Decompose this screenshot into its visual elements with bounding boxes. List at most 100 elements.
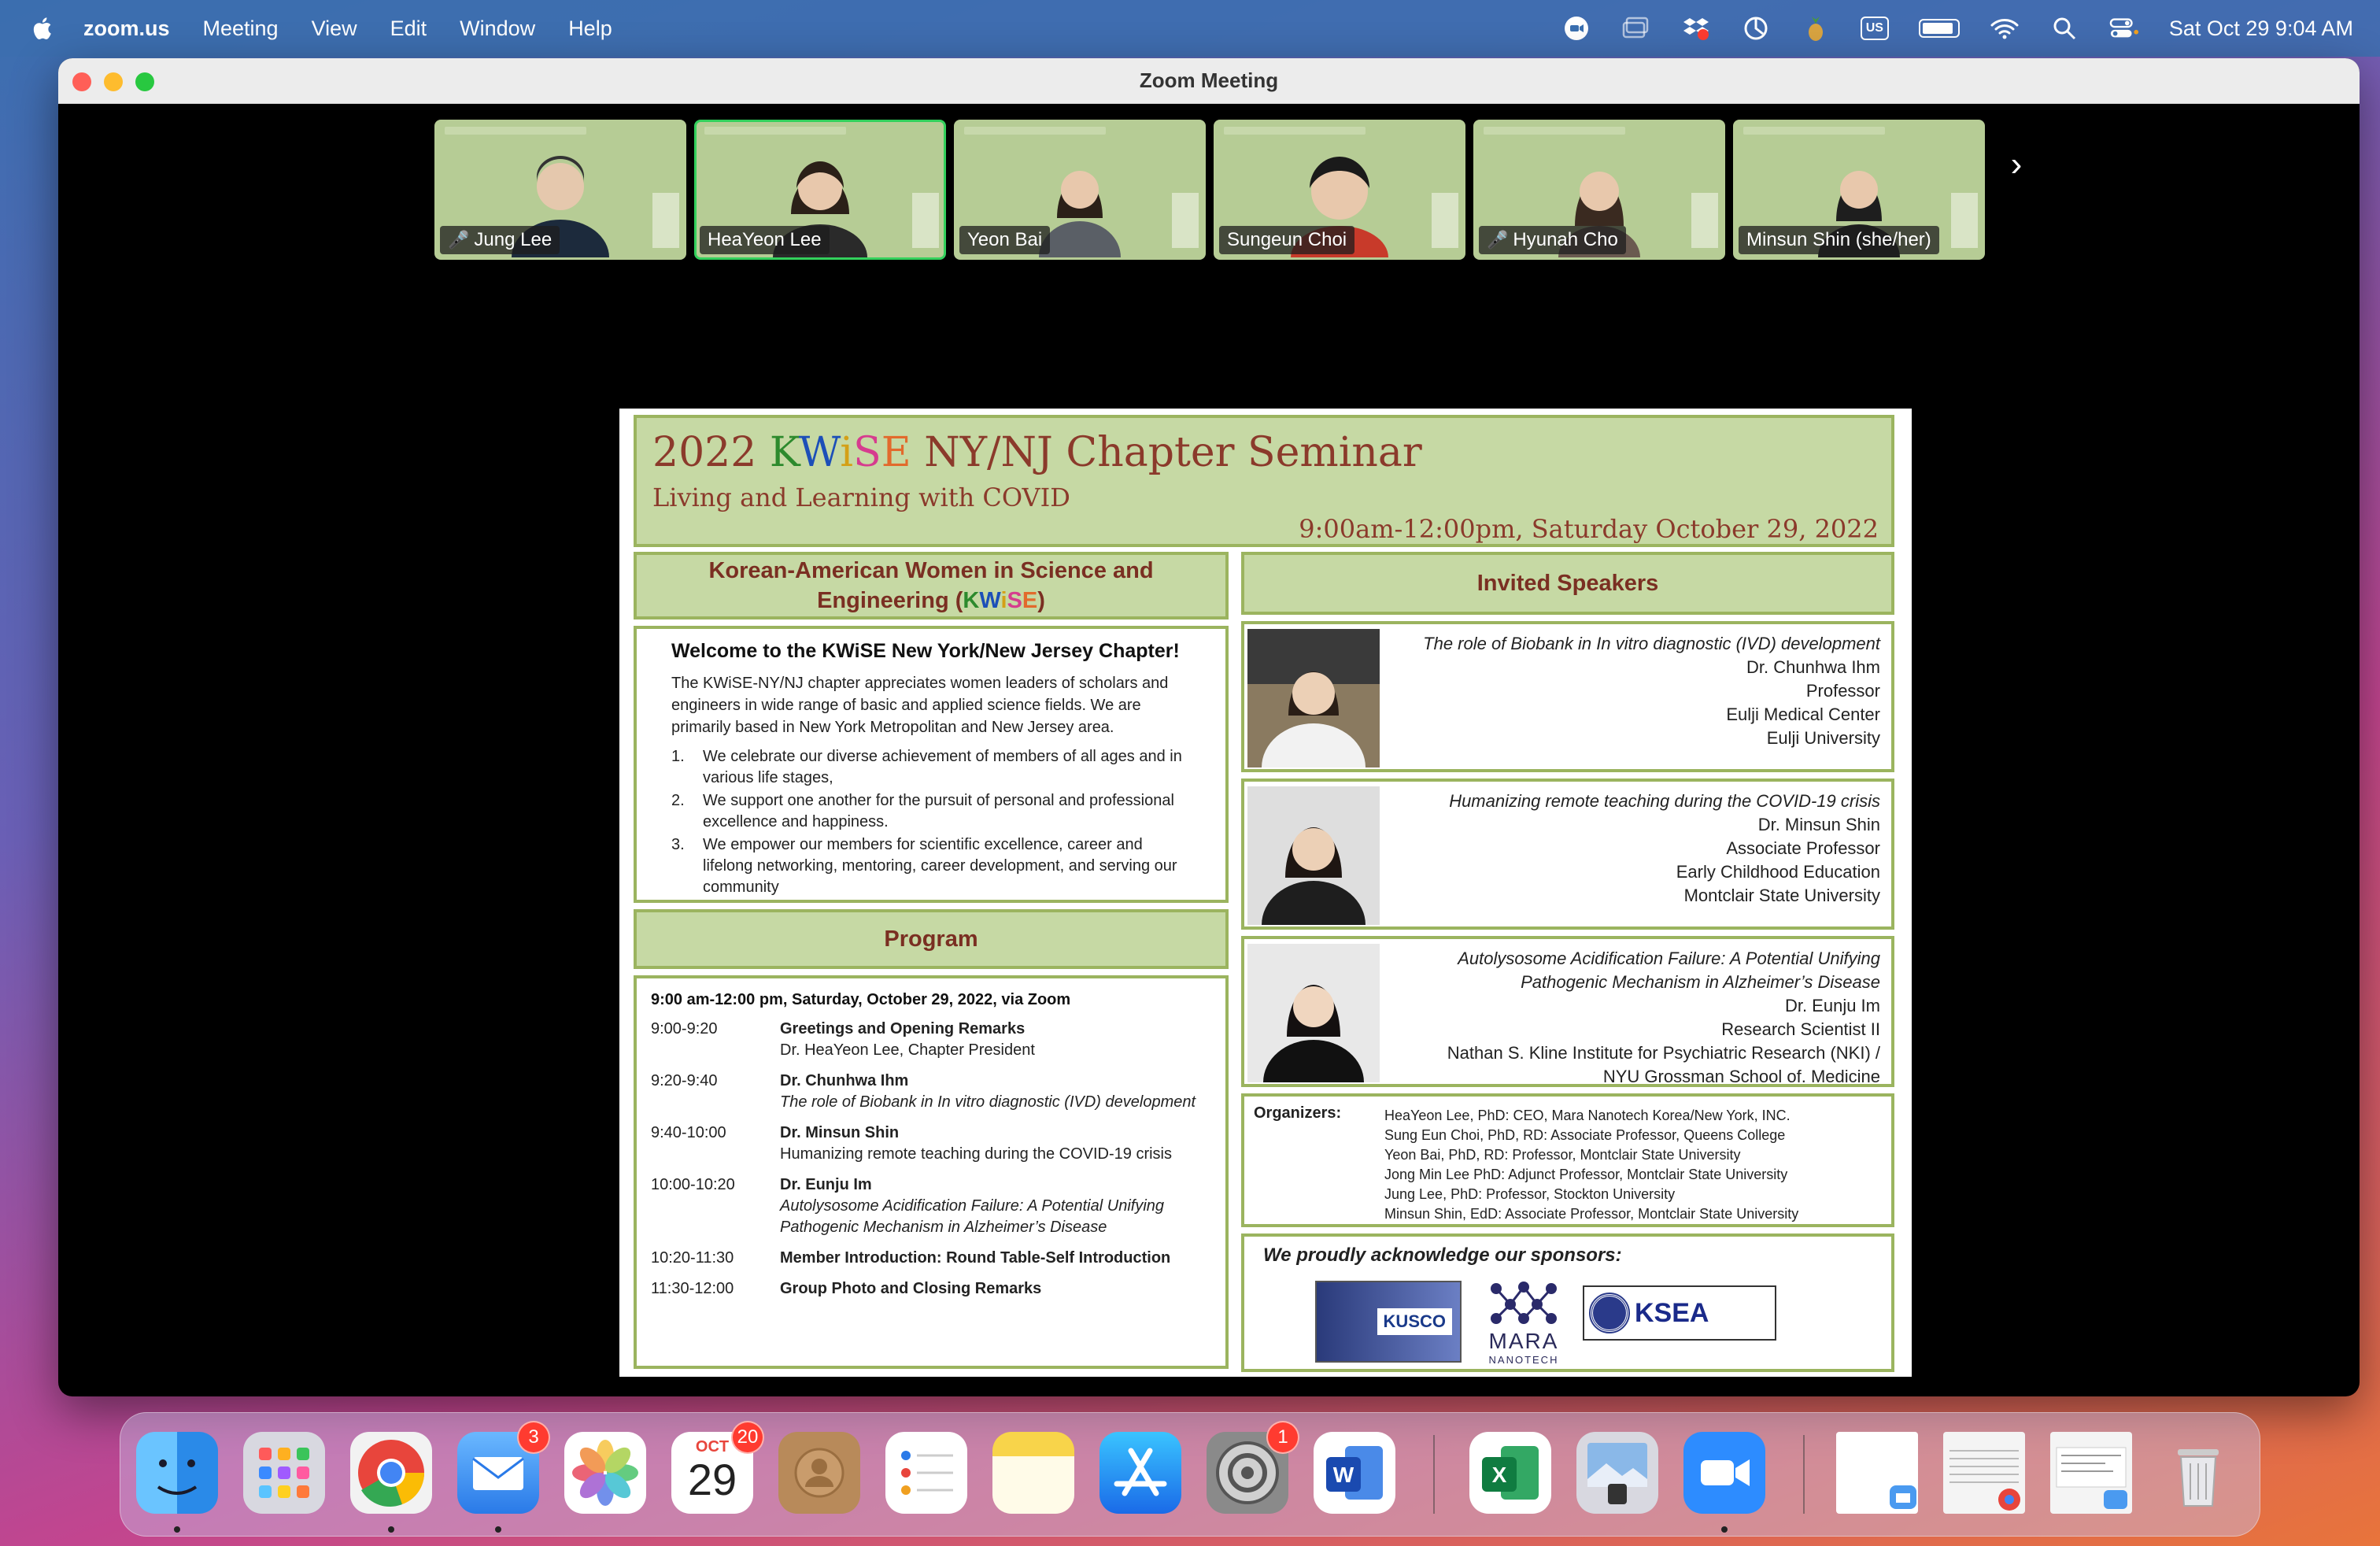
organizer-item: Jong Min Lee PhD: Adjunct Professor, Mon… bbox=[1384, 1167, 1788, 1182]
speaker-photo bbox=[1247, 786, 1380, 925]
dock: 3 OCT 29 20 1 W X bbox=[120, 1412, 2260, 1537]
participant-name: Sungeun Choi bbox=[1227, 229, 1347, 250]
mara-nanotech-logo: MARA NANOTECH bbox=[1480, 1281, 1567, 1367]
kwise-logo-text: KWiSE bbox=[769, 429, 911, 476]
trash-icon[interactable] bbox=[2157, 1432, 2239, 1514]
next-page-chevron-icon[interactable]: › bbox=[2001, 145, 2032, 184]
reminders-icon[interactable] bbox=[885, 1432, 967, 1514]
menu-meeting[interactable]: Meeting bbox=[203, 17, 279, 41]
system-preferences-icon[interactable]: 1 bbox=[1207, 1421, 1299, 1514]
notes-icon[interactable] bbox=[992, 1432, 1074, 1514]
program-row: 10:20-11:30 Member Introduction: Round T… bbox=[651, 1249, 1171, 1267]
slide-header: 2022 KWiSE NY/NJ Chapter Seminar Living … bbox=[634, 415, 1894, 547]
preview-icon[interactable] bbox=[1576, 1432, 1658, 1514]
app-store-icon[interactable] bbox=[1099, 1432, 1181, 1514]
menu-app-name[interactable]: zoom.us bbox=[83, 17, 170, 41]
mic-muted-icon: 🎤 bbox=[1487, 230, 1509, 250]
program-schedule: 9:00 am-12:00 pm, Saturday, October 29, … bbox=[634, 975, 1229, 1369]
participant-name: Yeon Bai bbox=[967, 229, 1043, 250]
finder-icon[interactable] bbox=[136, 1432, 218, 1514]
minimized-window-thumbnail[interactable] bbox=[1836, 1432, 1918, 1514]
participant-tile-speaking[interactable]: HeaYeon Lee bbox=[694, 120, 946, 260]
program-row: 10:00-10:20 Dr. Eunju Im Autolysosome Aci… bbox=[651, 1176, 1165, 1236]
window-titlebar: Zoom Meeting bbox=[58, 58, 2360, 104]
menubar-clock[interactable]: Sat Oct 29 9:04 AM bbox=[2169, 17, 2353, 41]
word-icon[interactable]: W bbox=[1314, 1432, 1395, 1514]
speaker-name: Dr. Chunhwa Ihm bbox=[1746, 657, 1880, 677]
speaker-name: Dr. Minsun Shin bbox=[1757, 815, 1880, 834]
menu-window[interactable]: Window bbox=[460, 17, 535, 41]
mic-muted-icon: 🎤 bbox=[448, 230, 470, 250]
chrome-icon[interactable] bbox=[350, 1432, 432, 1514]
photos-icon[interactable] bbox=[564, 1432, 646, 1514]
battery-icon[interactable] bbox=[1918, 19, 1960, 38]
window-title: Zoom Meeting bbox=[1139, 68, 1279, 92]
sponsors-title: We proudly acknowledge our sponsors: bbox=[1263, 1245, 1622, 1266]
participant-tile[interactable]: 🎤 Hyunah Cho bbox=[1473, 120, 1725, 260]
participant-name: HeaYeon Lee bbox=[708, 229, 822, 250]
control-center-icon[interactable] bbox=[2109, 16, 2139, 41]
menu-edit[interactable]: Edit bbox=[390, 17, 427, 41]
welcome-text: The KWiSE-NY/NJ chapter appreciates wome… bbox=[671, 675, 1169, 736]
minimize-window-button[interactable] bbox=[104, 72, 123, 91]
menu-help[interactable]: Help bbox=[568, 17, 612, 41]
launchpad-icon[interactable] bbox=[243, 1432, 325, 1514]
zoom-status-icon[interactable] bbox=[1561, 16, 1591, 41]
screen-mirror-icon[interactable] bbox=[1621, 16, 1651, 41]
participant-name: Hyunah Cho bbox=[1513, 229, 1618, 250]
window-controls bbox=[72, 72, 154, 91]
organizer-item: HeaYeon Lee, PhD: CEO, Mara Nanotech Kor… bbox=[1384, 1108, 1791, 1123]
program-heading: Program bbox=[634, 909, 1229, 969]
wifi-icon[interactable] bbox=[1990, 16, 2020, 41]
apple-menu-icon[interactable] bbox=[30, 15, 57, 42]
speaker-talk-title: The role of Biobank in In vitro diagnost… bbox=[1423, 634, 1880, 653]
speaker-talk-title: Autolysosome Acidification Failure: A Po… bbox=[1458, 949, 1880, 992]
participant-strip: 🎤 Jung Lee HeaYeon Lee Yeon Bai Sungeun C… bbox=[434, 120, 1985, 260]
sync-status-icon[interactable] bbox=[1741, 16, 1771, 41]
calendar-icon[interactable]: OCT 29 20 bbox=[671, 1421, 764, 1514]
participant-tile[interactable]: 🎤 Jung Lee bbox=[434, 120, 686, 260]
welcome-list: 1. We celebrate our diverse achievement o… bbox=[671, 746, 1191, 898]
participant-tile[interactable]: Minsun Shin (she/her) bbox=[1733, 120, 1985, 260]
pineapple-icon[interactable] bbox=[1801, 16, 1831, 41]
welcome-title: Welcome to the KWiSE New York/New Jersey… bbox=[671, 640, 1180, 662]
welcome-section: Welcome to the KWiSE New York/New Jersey… bbox=[634, 626, 1229, 903]
minimized-window-thumbnail[interactable] bbox=[2050, 1432, 2132, 1514]
svg-text:X: X bbox=[1492, 1463, 1507, 1487]
mail-badge: 3 bbox=[517, 1421, 550, 1454]
participant-name: Minsun Shin (she/her) bbox=[1746, 229, 1931, 250]
spotlight-search-icon[interactable] bbox=[2049, 16, 2079, 41]
slide-title: 2022 KWiSE NY/NJ Chapter Seminar bbox=[652, 429, 1422, 476]
participant-tile[interactable]: Yeon Bai bbox=[954, 120, 1206, 260]
speaker-card: Humanizing remote teaching during the CO… bbox=[1241, 779, 1894, 930]
zoom-app-icon[interactable] bbox=[1683, 1432, 1765, 1514]
speakers-heading: Invited Speakers bbox=[1241, 552, 1894, 615]
speaker-photo bbox=[1247, 629, 1380, 767]
slide-datetime: 9:00am-12:00pm, Saturday October 29, 202… bbox=[1299, 514, 1879, 544]
program-row: 9:00-9:20 Greetings and Opening Remarks D… bbox=[651, 1020, 1035, 1059]
program-date: 9:00 am-12:00 pm, Saturday, October 29, … bbox=[651, 991, 1071, 1008]
mail-icon[interactable]: 3 bbox=[457, 1421, 550, 1514]
contacts-icon[interactable] bbox=[778, 1432, 860, 1514]
shared-screen-slide: 2022 KWiSE NY/NJ Chapter Seminar Living … bbox=[619, 409, 1912, 1377]
program-row: 9:40-10:00 Dr. Minsun Shin Humanizing rem… bbox=[651, 1124, 1172, 1163]
menu-view[interactable]: View bbox=[312, 17, 357, 41]
organizers-label: Organizers: bbox=[1254, 1104, 1342, 1122]
dropbox-icon[interactable] bbox=[1681, 16, 1711, 41]
organizer-item: Sung Eun Choi, PhD, RD: Associate Profes… bbox=[1384, 1127, 1786, 1143]
minimized-window-thumbnail[interactable] bbox=[1943, 1432, 2025, 1514]
participant-tile[interactable]: Sungeun Choi bbox=[1214, 120, 1465, 260]
list-item: 1. We celebrate our diverse achievement o… bbox=[671, 748, 1182, 786]
organizer-item: Minsun Shin, EdD: Associate Professor, M… bbox=[1384, 1206, 1799, 1222]
organizer-item: Yeon Bai, PhD, RD: Professor, Montclair … bbox=[1384, 1147, 1741, 1163]
slide-subtitle: Living and Learning with COVID bbox=[652, 483, 1070, 512]
maximize-window-button[interactable] bbox=[135, 72, 154, 91]
kusco-logo: KUSCO bbox=[1315, 1281, 1462, 1363]
settings-badge: 1 bbox=[1266, 1421, 1299, 1454]
close-window-button[interactable] bbox=[72, 72, 91, 91]
sponsors-section: We proudly acknowledge our sponsors: KUS… bbox=[1241, 1233, 1894, 1372]
input-source-icon[interactable]: US bbox=[1860, 17, 1889, 40]
speaker-card: The role of Biobank in In vitro diagnost… bbox=[1241, 621, 1894, 772]
excel-icon[interactable]: X bbox=[1469, 1432, 1551, 1514]
speaker-talk-title: Humanizing remote teaching during the CO… bbox=[1449, 791, 1880, 811]
